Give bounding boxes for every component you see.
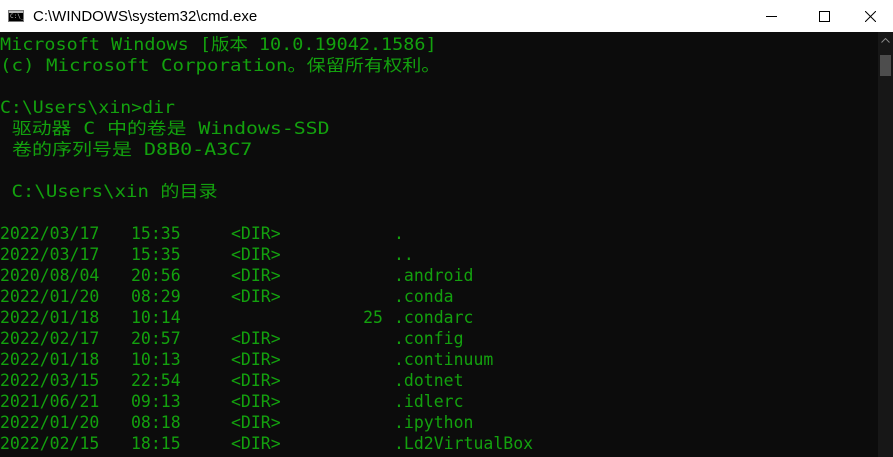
entry-type: <DIR> (231, 329, 281, 348)
console-output[interactable]: Microsoft Windows [版本 10.0.19042.1586] (… (0, 32, 878, 457)
entry-type: <DIR> (231, 287, 281, 306)
entry-name: .. (394, 245, 414, 264)
entry-time: 15:35 (131, 245, 181, 264)
minimize-button[interactable] (748, 0, 794, 32)
entry-date: 2022/02/17 (0, 329, 100, 348)
title-bar[interactable]: C:\_ C:\WINDOWS\system32\cmd.exe (0, 0, 893, 32)
command-prompt-icon[interactable]: C:\_ (8, 10, 24, 22)
entry-date: 2022/01/20 (0, 413, 100, 432)
prompt-line: C:\Users\xin>dir (0, 98, 175, 117)
entry-name: .ipython (394, 413, 474, 432)
entry-name: .condarc (394, 308, 474, 327)
entry-type: <DIR> (231, 245, 281, 264)
entry-time: 08:29 (131, 287, 181, 306)
maximize-button[interactable] (801, 0, 847, 32)
dir-entry-row: 2020/08/04 20:56 <DIR> .android (0, 265, 878, 286)
caption-buttons (748, 0, 893, 32)
close-icon (864, 10, 876, 22)
entry-time: 09:13 (131, 392, 181, 411)
close-button[interactable] (847, 0, 893, 32)
entry-size: 25 (363, 308, 383, 327)
entry-name: . (394, 224, 404, 243)
entry-date: 2022/02/15 (0, 434, 100, 453)
entry-type: <DIR> (231, 434, 281, 453)
entry-type: <DIR> (231, 350, 281, 369)
entry-time: 15:35 (131, 224, 181, 243)
entry-type: <DIR> (231, 266, 281, 285)
dir-entry-row: 2022/02/15 18:15 <DIR> .Ld2VirtualBox (0, 433, 878, 454)
entry-date: 2022/03/17 (0, 245, 100, 264)
dir-entry-row: 2022/01/20 08:29 <DIR> .conda (0, 286, 878, 307)
entry-name: .continuum (394, 350, 494, 369)
entry-date: 2022/01/18 (0, 350, 100, 369)
entry-time: 10:13 (131, 350, 181, 369)
dir-entry-row: 2022/02/17 20:57 <DIR> .config (0, 328, 878, 349)
entry-name: .Ld2VirtualBox (394, 434, 534, 453)
minimize-icon (765, 15, 777, 17)
entry-time: 20:56 (131, 266, 181, 285)
entry-name: .android (394, 266, 474, 285)
cmd-window: C:\_ C:\WINDOWS\system32\cmd.exe Microso… (0, 0, 893, 457)
icon-glyph: C:\_ (10, 13, 25, 20)
dir-entry-row: 2022/03/15 22:54 <DIR> .dotnet (0, 370, 878, 391)
maximize-icon (818, 10, 830, 22)
copyright-line: (c) Microsoft Corporation。保留所有权利。 (0, 56, 441, 75)
entry-time: 10:14 (131, 308, 181, 327)
dir-entry-row: 2022/01/18 10:14 25 .condarc (0, 307, 878, 328)
chevron-up-icon (881, 38, 890, 43)
entry-name: .config (394, 329, 464, 348)
entry-time: 20:57 (131, 329, 181, 348)
entry-name: .conda (394, 287, 454, 306)
entry-type: <DIR> (231, 224, 281, 243)
dir-entry-row: 2021/06/21 09:13 <DIR> .idlerc (0, 391, 878, 412)
entry-date: 2022/03/17 (0, 224, 100, 243)
entry-date: 2022/01/20 (0, 287, 100, 306)
entry-date: 2020/08/04 (0, 266, 100, 285)
entry-name: .idlerc (394, 392, 464, 411)
entry-time: 18:15 (131, 434, 181, 453)
entry-date: 2022/01/18 (0, 308, 100, 327)
entry-type: <DIR> (231, 413, 281, 432)
dir-entry-row: 2022/03/17 15:35 <DIR>. (0, 223, 878, 244)
entry-name: .dotnet (394, 371, 464, 390)
directory-of-line: C:\Users\xin 的目录 (0, 182, 218, 201)
volume-line: 驱动器 C 中的卷是 Windows-SSD (0, 119, 330, 138)
scroll-up-button[interactable] (878, 32, 893, 49)
window-title: C:\WINDOWS\system32\cmd.exe (33, 7, 258, 25)
vertical-scrollbar[interactable] (878, 32, 893, 457)
os-version-line: Microsoft Windows [版本 10.0.19042.1586] (0, 35, 437, 54)
entry-time: 08:18 (131, 413, 181, 432)
scrollbar-thumb[interactable] (880, 55, 891, 76)
dir-entry-row: 2022/01/18 10:13 <DIR> .continuum (0, 349, 878, 370)
entry-date: 2022/03/15 (0, 371, 100, 390)
serial-line: 卷的序列号是 D8B0-A3C7 (0, 140, 253, 159)
entry-time: 22:54 (131, 371, 181, 390)
entry-date: 2021/06/21 (0, 392, 100, 411)
dir-entry-row: 2022/03/17 15:35 <DIR>.. (0, 244, 878, 265)
entry-type: <DIR> (231, 392, 281, 411)
dir-entry-row: 2022/01/20 08:18 <DIR> .ipython (0, 412, 878, 433)
entry-type: <DIR> (231, 371, 281, 390)
